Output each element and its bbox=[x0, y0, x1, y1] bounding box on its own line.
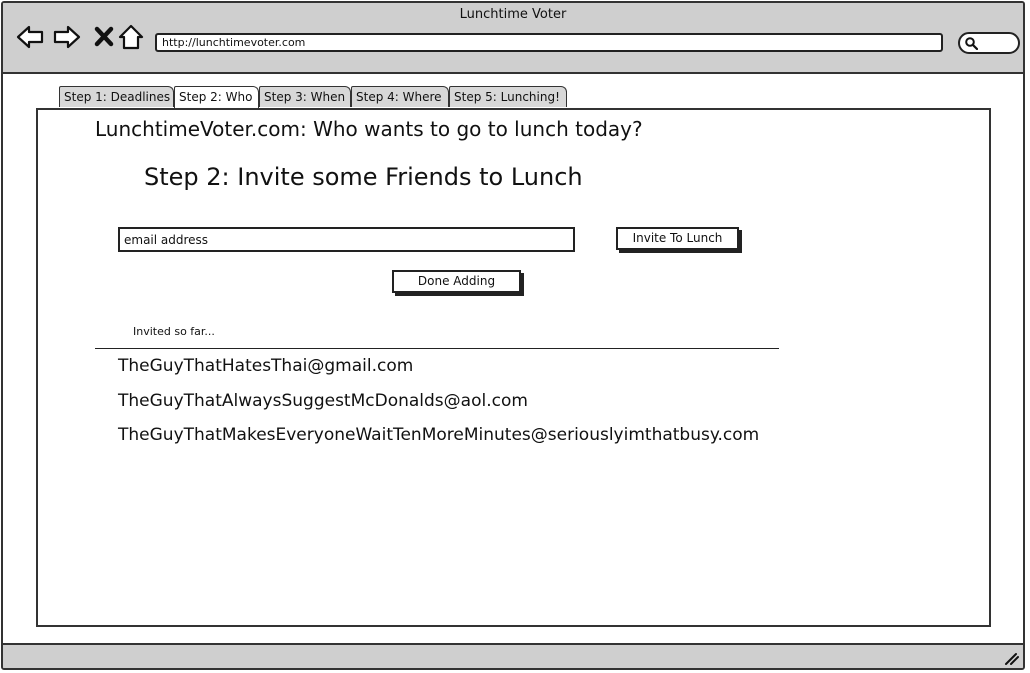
tab-step-1[interactable]: Step 1: Deadlines bbox=[59, 86, 174, 107]
tab-step-3[interactable]: Step 3: When bbox=[259, 86, 351, 107]
search-icon bbox=[965, 37, 978, 50]
close-icon[interactable] bbox=[91, 23, 119, 51]
list-item: TheGuyThatAlwaysSuggestMcDonalds@aol.com bbox=[118, 390, 528, 411]
url-bar[interactable]: http://lunchtimevoter.com bbox=[155, 33, 943, 52]
tab-step-5[interactable]: Step 5: Lunching! bbox=[449, 86, 567, 107]
content-panel: LunchtimeVoter.com: Who wants to go to l… bbox=[36, 108, 991, 627]
divider bbox=[95, 348, 779, 349]
tab-step-2[interactable]: Step 2: Who bbox=[174, 86, 259, 109]
email-field[interactable] bbox=[118, 227, 575, 252]
back-arrow-icon[interactable] bbox=[16, 23, 44, 51]
tab-step-4[interactable]: Step 4: Where bbox=[351, 86, 449, 107]
window-title: Lunchtime Voter bbox=[459, 7, 567, 22]
done-adding-button[interactable]: Done Adding bbox=[392, 270, 521, 293]
search-field[interactable] bbox=[958, 32, 1020, 54]
browser-window: Lunchtime Voter http://lunchtimevoter.co… bbox=[1, 1, 1025, 670]
status-bar bbox=[3, 643, 1023, 668]
invited-list: TheGuyThatHatesThai@gmail.com TheGuyThat… bbox=[118, 356, 759, 460]
list-item: TheGuyThatMakesEveryoneWaitTenMoreMinute… bbox=[118, 425, 760, 445]
forward-arrow-icon[interactable] bbox=[53, 23, 81, 51]
invite-to-lunch-button[interactable]: Invite To Lunch bbox=[616, 227, 739, 250]
site-heading: LunchtimeVoter.com: Who wants to go to l… bbox=[95, 117, 643, 141]
resize-grip-icon[interactable] bbox=[1003, 651, 1019, 665]
invited-label: Invited so far... bbox=[133, 325, 215, 338]
browser-toolbar: Lunchtime Voter http://lunchtimevoter.co… bbox=[3, 3, 1023, 74]
home-icon[interactable] bbox=[117, 23, 145, 51]
list-item: TheGuyThatHatesThai@gmail.com bbox=[118, 356, 414, 376]
page-title: Step 2: Invite some Friends to Lunch bbox=[144, 163, 583, 191]
